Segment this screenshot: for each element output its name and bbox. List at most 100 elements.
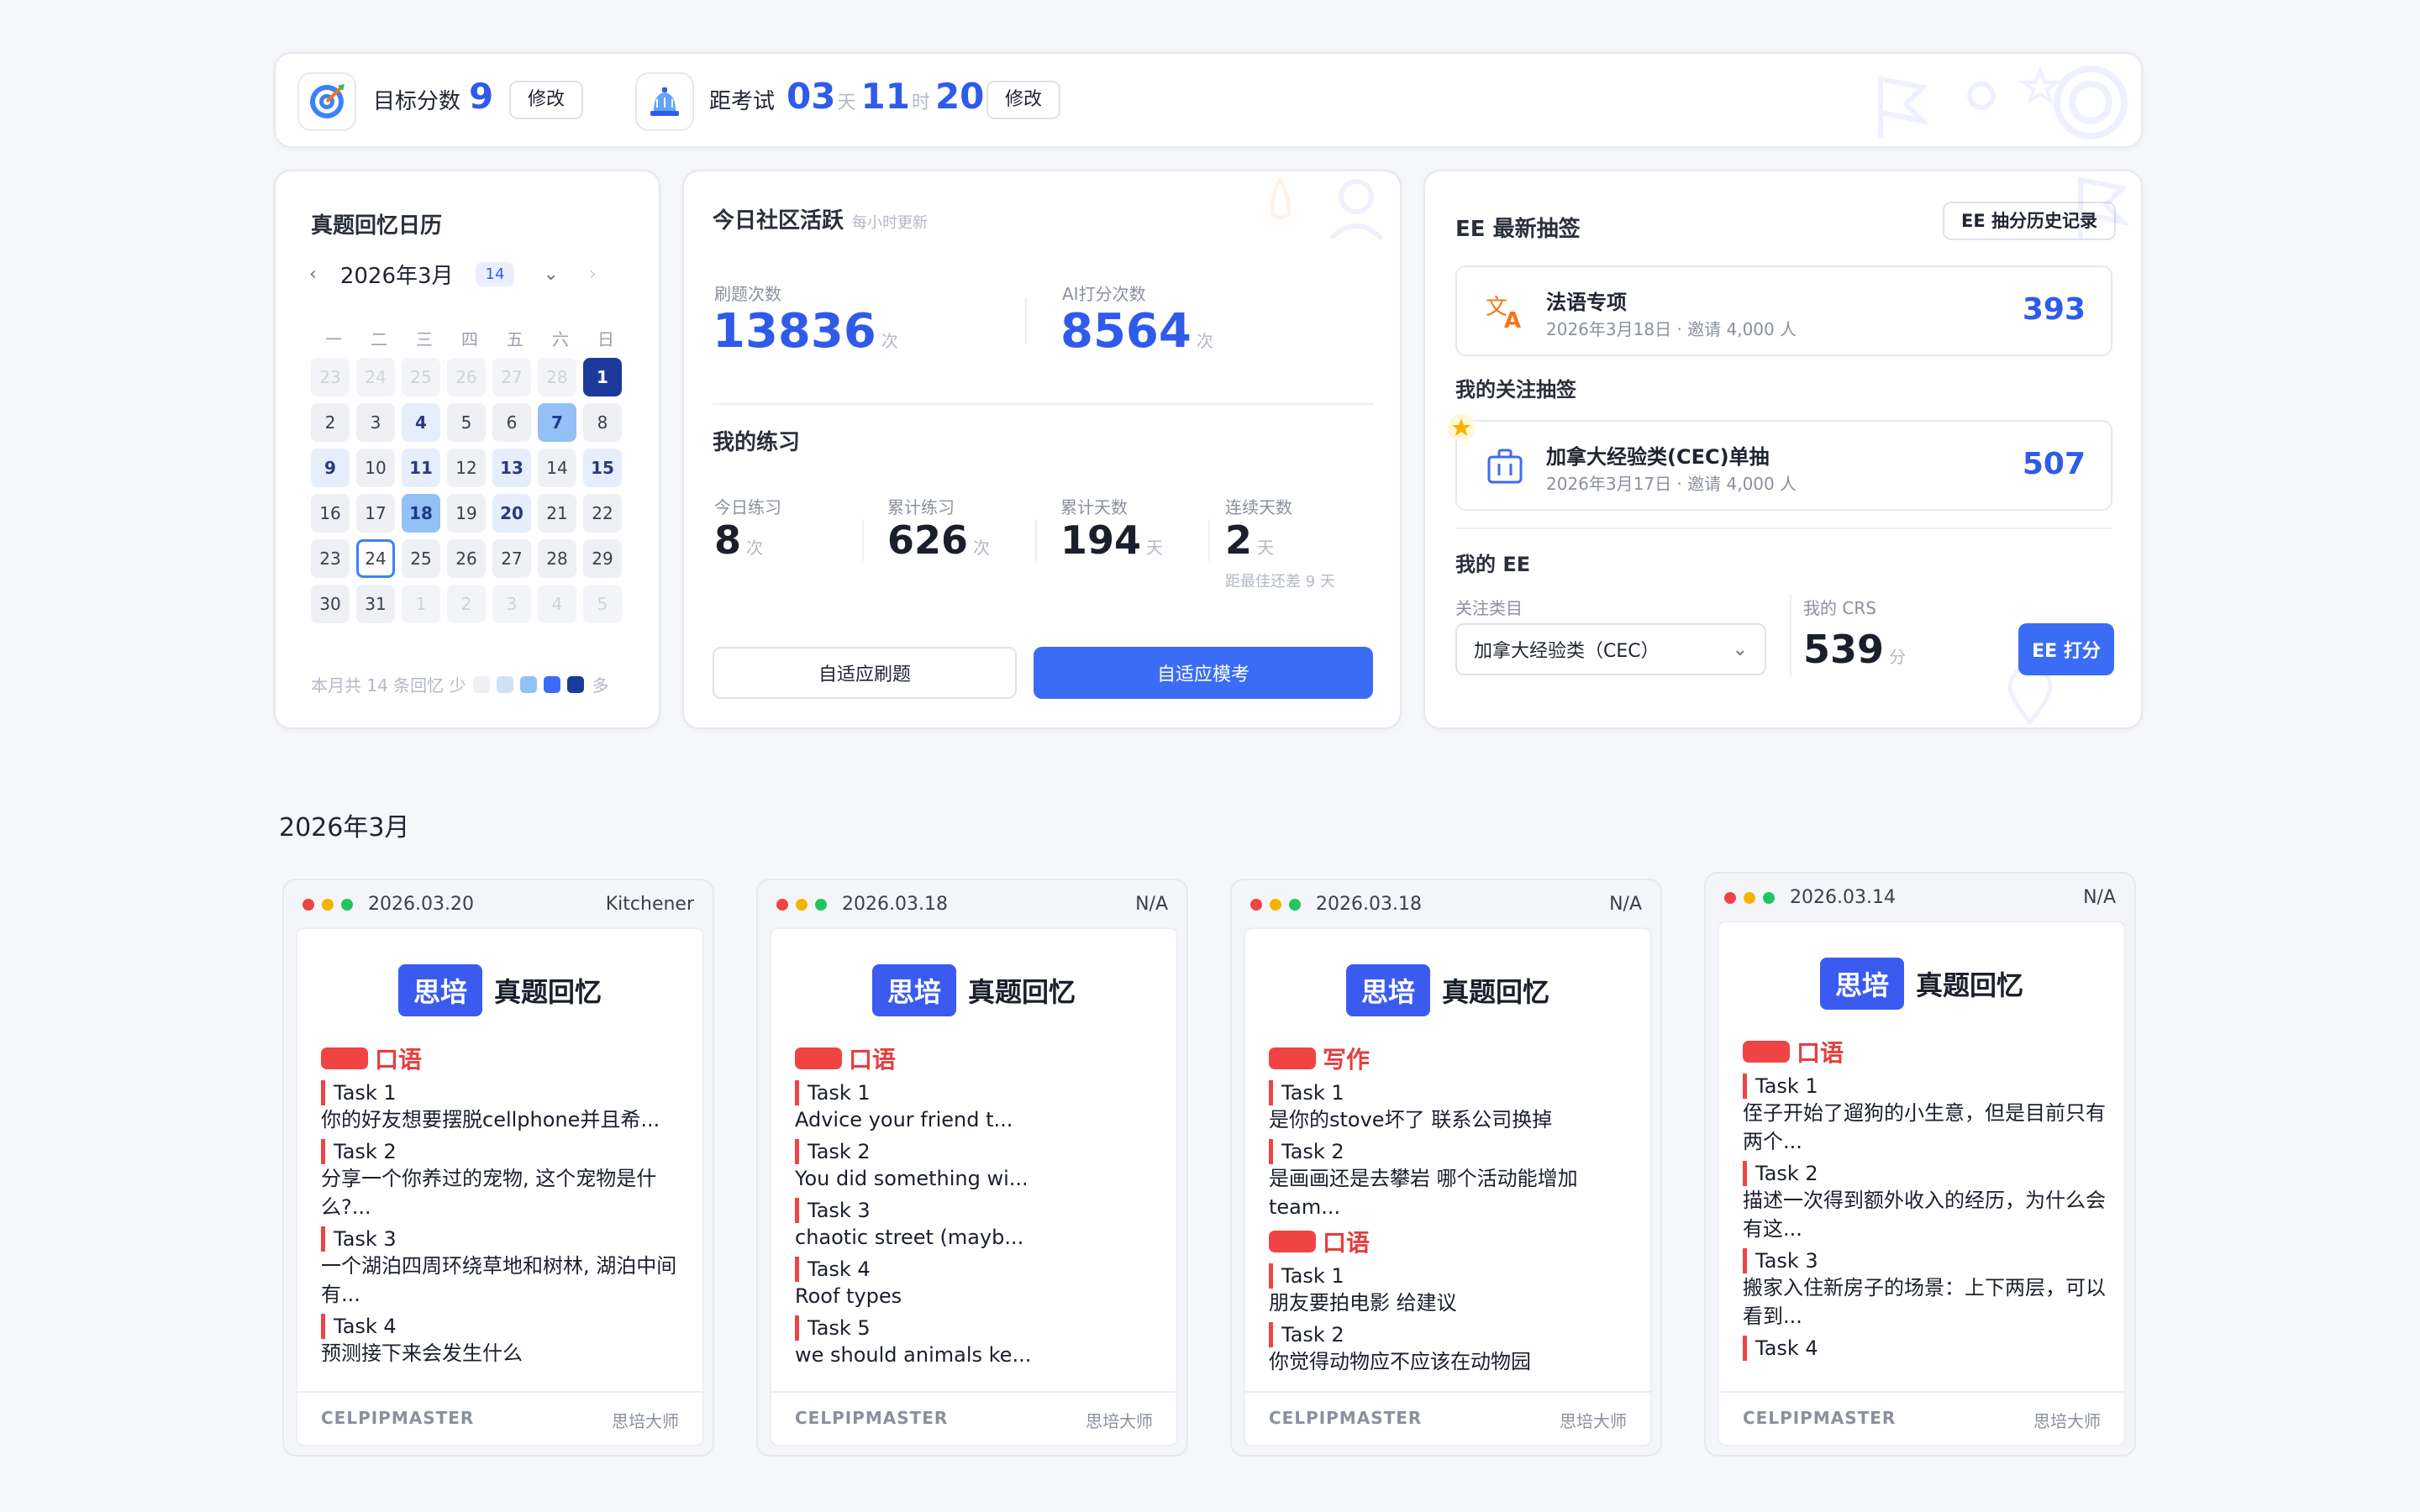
next-month-icon[interactable]: ›	[589, 264, 597, 285]
crs-score-value: 539	[1803, 627, 1885, 672]
calendar-day[interactable]: 5	[447, 403, 486, 442]
calendar-day[interactable]: 12	[447, 449, 486, 487]
calendar-day[interactable]: 13	[492, 449, 531, 487]
followed-draws-title: 我的关注抽签	[1455, 378, 1576, 402]
adaptive-practice-button[interactable]: 自适应刷题	[713, 647, 1017, 699]
recall-card[interactable]: 2026.03.18 N/A 思培 真题回忆 口语 Task 1 Advice your f…	[756, 879, 1188, 1457]
calendar-day[interactable]: 20	[492, 494, 531, 533]
total-days: 194 天	[1060, 517, 1163, 563]
my-ee-title: 我的 EE	[1455, 553, 1531, 576]
brand-tag: 思培	[1819, 958, 1904, 1010]
calendar-day[interactable]: 18	[402, 494, 440, 533]
total-days-unit: 天	[1146, 538, 1164, 558]
calendar-day[interactable]: 10	[356, 449, 395, 487]
target-score-value: 9	[469, 76, 494, 117]
category-select-value: 加拿大经验类（CEC）	[1474, 641, 1660, 662]
category-select[interactable]: 加拿大经验类（CEC） ⌄	[1455, 623, 1766, 675]
calendar-day[interactable]: 3	[356, 403, 395, 442]
calendar-day[interactable]: 19	[447, 494, 486, 533]
prev-month-icon[interactable]: ‹	[309, 264, 317, 285]
calendar-grid: 23 24 25 26 27 28 1 2 3 4 5 6 7 8 9 10 11 12 13 14 15 16 17 18 1…	[311, 358, 622, 623]
calendar-day[interactable]: 26	[447, 539, 486, 578]
footer-brand-cn: 思培大师	[2033, 1411, 2101, 1431]
calendar-day: 25	[402, 358, 440, 396]
footer-brand-cn: 思培大师	[1086, 1411, 1153, 1431]
countdown-days: 03	[786, 76, 836, 117]
task-description: 描述一次得到额外收入的经历，为什么会有这...	[1743, 1189, 2106, 1241]
calendar-day[interactable]: 28	[538, 539, 576, 578]
community-subtitle: 每小时更新	[852, 214, 929, 232]
weekday-header: 一二三四五六日	[311, 326, 629, 350]
crs-score-unit: 分	[1889, 647, 1907, 667]
footer-brand-cn: 思培大师	[612, 1411, 679, 1431]
recall-card[interactable]: 2026.03.20 Kitchener 思培 真题回忆 口语 Task 1 你的好友想要摆…	[282, 879, 714, 1457]
brand-title: 真题回忆	[494, 976, 602, 1008]
task-label: Task 2	[1743, 1161, 2112, 1186]
calendar-day[interactable]: 14	[538, 449, 576, 487]
dot-green	[1763, 892, 1775, 904]
card-brand: 思培 真题回忆	[771, 964, 1176, 1016]
calendar-day: 2	[447, 585, 486, 623]
recall-card[interactable]: 2026.03.18 N/A 思培 真题回忆 写作 Task 1 是你的stove坏了 联系…	[1230, 879, 1662, 1457]
calendar-day[interactable]: 6	[492, 403, 531, 442]
translate-icon: 文 A	[1486, 295, 1521, 333]
decorative-pin-icon	[2007, 667, 2053, 726]
task-label: Task 2	[1269, 1322, 1639, 1347]
calendar-day[interactable]: 31	[356, 585, 395, 623]
task-label: Task 3	[795, 1198, 1165, 1223]
calendar-day[interactable]: 23	[311, 539, 350, 578]
adaptive-mock-exam-button[interactable]: 自适应模考	[1034, 647, 1373, 699]
dot-yellow	[796, 899, 808, 911]
calendar-day-today[interactable]: 24	[356, 539, 395, 578]
window-dots	[302, 899, 360, 911]
calendar-day[interactable]: 17	[356, 494, 395, 533]
stat-divider	[1025, 297, 1027, 344]
ee-latest-draw[interactable]: 文 A 法语专项 2026年3月18日 · 邀请 4,000 人 393	[1455, 265, 2112, 356]
category-pill	[1269, 1231, 1316, 1252]
total-days-label: 累计天数	[1060, 497, 1128, 517]
calendar-day[interactable]: 27	[492, 539, 531, 578]
footer-brand: CELPIPMASTER	[1269, 1408, 1423, 1428]
calendar-day[interactable]: 16	[311, 494, 350, 533]
calendar-month: 2026年3月	[339, 264, 454, 289]
target-score-label: 目标分数	[373, 89, 461, 114]
ai-score-count-unit: 次	[1196, 331, 1213, 351]
calendar-day[interactable]: 30	[311, 585, 350, 623]
calendar-nav: ‹ 2026年3月 14 ⌄ ›	[309, 259, 597, 290]
edit-exam-date-button[interactable]: 修改	[986, 81, 1061, 119]
calendar-day: 4	[538, 585, 576, 623]
stat-divider	[862, 519, 864, 561]
calendar-day[interactable]: 2	[311, 403, 350, 442]
ai-score-count-value: 8564	[1060, 304, 1192, 359]
calendar-day[interactable]: 25	[402, 539, 440, 578]
ee-followed-draw[interactable]: 加拿大经验类(CEC)单抽 2026年3月17日 · 邀请 4,000 人 50…	[1455, 420, 2112, 511]
edit-target-button[interactable]: 修改	[509, 81, 584, 119]
calendar-day[interactable]: 7	[538, 403, 576, 442]
calendar-legend: 本月共 14 条回忆 少 多	[311, 672, 609, 696]
calendar-day[interactable]: 22	[583, 494, 622, 533]
decorative-flag-icon	[2078, 176, 2131, 239]
ee-latest-score: 393	[2022, 292, 2086, 327]
calendar-day[interactable]: 21	[538, 494, 576, 533]
chevron-down-icon[interactable]: ⌄	[543, 264, 558, 285]
crs-label: 我的 CRS	[1803, 598, 1876, 618]
calendar-day[interactable]: 8	[583, 403, 622, 442]
ee-followed-name: 加拿大经验类(CEC)单抽	[1546, 445, 1770, 469]
calendar-day[interactable]: 4	[402, 403, 440, 442]
calendar-day[interactable]: 11	[402, 449, 440, 487]
ee-latest-title: EE 最新抽签	[1455, 217, 1581, 242]
card-content: 口语 Task 1 侄子开始了遛狗的小生意，但是目前只有两个... Task 2 描述一…	[1743, 1035, 2112, 1361]
category-heading: 口语	[1269, 1225, 1639, 1258]
recall-card[interactable]: 2026.03.14 N/A 思培 真题回忆 口语 Task 1 侄子开始了遛狗的小生意，但…	[1704, 872, 2136, 1457]
dot-yellow	[1744, 892, 1755, 904]
calendar-day[interactable]: 1	[583, 358, 622, 396]
calendar-day[interactable]: 9	[311, 449, 350, 487]
task-description: 分享一个你养过的宠物, 这个宠物是什么?...	[321, 1167, 657, 1219]
exam-countdown: 03天 11时 20分	[786, 76, 1009, 117]
calendar-day[interactable]: 15	[583, 449, 622, 487]
brand-tag: 思培	[1345, 964, 1430, 1016]
task-label: Task 5	[795, 1315, 1165, 1341]
hours-unit: 时	[911, 92, 930, 113]
calendar-day[interactable]: 29	[583, 539, 622, 578]
window-dots	[1724, 892, 1782, 904]
